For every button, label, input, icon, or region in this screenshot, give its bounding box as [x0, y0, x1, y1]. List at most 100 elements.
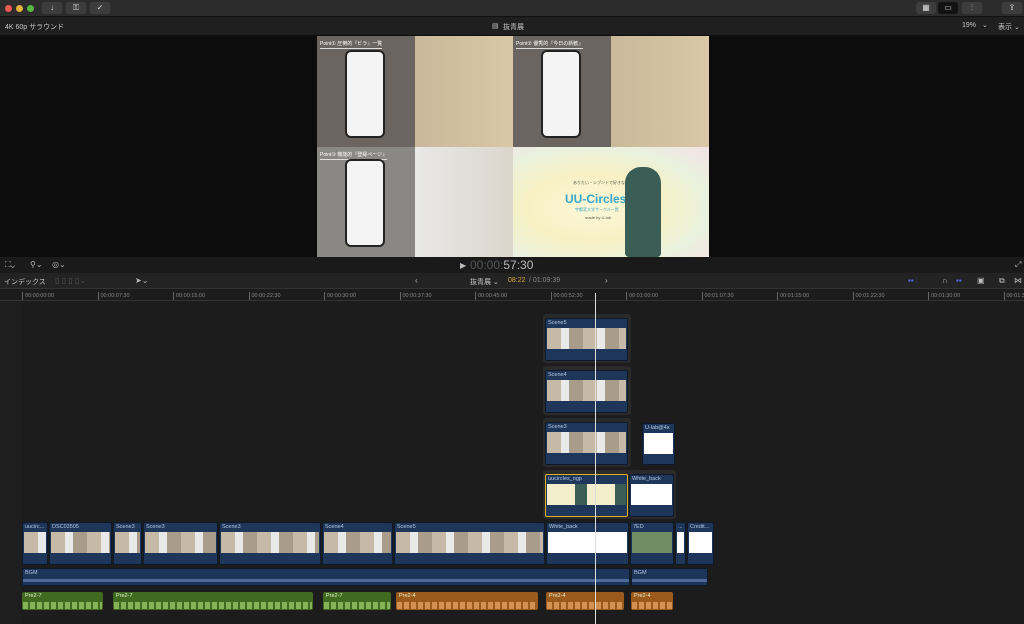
audio-clip[interactable]: Pre2-4 — [396, 592, 538, 610]
browser-toggle-button[interactable]: ▦ — [916, 2, 936, 14]
background-tasks-button[interactable]: ✓ — [90, 2, 110, 14]
clip-uucircles-ogp[interactable]: uucircles_ogp — [545, 474, 628, 517]
primary-clip[interactable]: Scene3 — [113, 522, 142, 565]
keywords-button[interactable]: ⚿ — [66, 2, 86, 14]
audio-clip[interactable]: Pre2-4 — [631, 592, 673, 610]
film-icon: ▤ — [492, 23, 499, 30]
inspector-toggle-button[interactable]: ⫶ — [962, 2, 982, 14]
clip-name: ... — [678, 524, 683, 530]
audio-waveform — [324, 602, 390, 609]
zoom-level[interactable]: 19% — [962, 22, 976, 29]
clip-scene3-connected[interactable]: Scene3 — [545, 422, 628, 465]
primary-clip[interactable]: ... — [675, 522, 686, 565]
phone-image — [345, 158, 385, 247]
primary-clip[interactable]: DSC03505 — [49, 522, 112, 565]
playhead-position: 08:22 — [508, 277, 526, 284]
frame-panel-3: Point③ 機能的『登録ページ』 — [317, 146, 513, 257]
close-window-button[interactable] — [5, 5, 12, 12]
clip-name: BGM — [634, 570, 647, 576]
effects-browser-icon[interactable]: ⧉ — [999, 276, 1005, 286]
clip-white-back-connected[interactable]: White_back — [629, 474, 674, 517]
clip-appearance-icon[interactable]: ▣ — [977, 276, 985, 285]
primary-clip[interactable]: uucirc... — [22, 522, 48, 565]
clip-name: Scene3 — [116, 524, 135, 530]
forward-button[interactable]: › — [605, 276, 608, 285]
fullscreen-icon[interactable]: ⤢ — [1015, 260, 1021, 270]
panel-label: Point② 優秀的『今日の新歓』 — [516, 41, 584, 49]
primary-clip[interactable]: White_back — [546, 522, 629, 565]
audio-clip[interactable]: Pre2-4 — [546, 592, 624, 610]
ruler-tick: 00:01:22:30 — [852, 292, 885, 300]
project-menu[interactable]: 抜青展 ⌄ — [470, 277, 499, 287]
headphones-icon[interactable]: ∩ — [942, 276, 948, 285]
clip-name: BGM — [25, 570, 38, 576]
project-duration: / 01:09:39 — [529, 277, 561, 284]
timecode-value: 57:30 — [503, 258, 534, 272]
ruler-tick: 00:00:37:30 — [399, 292, 432, 300]
transform-icon[interactable]: ⛶⌄ — [5, 260, 15, 270]
primary-clip[interactable]: Credit... — [687, 522, 714, 565]
chevron-down-icon[interactable]: ⌄ — [982, 21, 988, 29]
clip-append-icons[interactable]: ▯ ▯ ▯ ▯⌄ — [55, 276, 86, 285]
clip-name: 7ED — [633, 524, 644, 530]
frame-panel-4: ありたい・シプントで好きな!? UU-Circles 宇都宮大学サークル一覧 m… — [513, 146, 709, 257]
audio-waveform — [23, 579, 629, 582]
clip-name: Scene4 — [325, 524, 344, 530]
bgm-clip[interactable]: BGM — [631, 568, 708, 586]
clip-scene4-connected[interactable]: Scene4 — [545, 370, 628, 413]
logo-text: UU-Circles — [565, 191, 627, 206]
ruler-tick: 00:01:37:30 — [1003, 292, 1024, 300]
clip-name: Pre2-4 — [549, 593, 566, 599]
audio-clip[interactable]: Pre2-7 — [113, 592, 313, 610]
format-label: 4K 60p サラウンド — [5, 24, 65, 31]
zoom-window-button[interactable] — [27, 5, 34, 12]
ruler-tick: 00:00:22:30 — [248, 292, 281, 300]
ruler-tick: 00:00:52:30 — [550, 292, 583, 300]
bgm-clip[interactable]: BGM — [22, 568, 630, 586]
import-button[interactable]: ↓ — [42, 2, 62, 14]
viewer-header: 4K 60p サラウンド ▤ 抜青展 19% ⌄ 表示 ⌄ — [0, 17, 1024, 35]
ruler-tick: 00:01:07:30 — [701, 292, 734, 300]
minimize-window-button[interactable] — [16, 5, 23, 12]
clip-name: uucirc... — [25, 524, 45, 530]
view-menu[interactable]: 表示 ⌄ — [998, 22, 1020, 32]
transitions-icon[interactable]: ⋈ — [1014, 276, 1022, 285]
clip-u-lab[interactable]: U-lab@4x — [642, 423, 675, 465]
clip-name: Pre2-7 — [25, 593, 42, 599]
select-tool-icon[interactable]: ➤⌄ — [135, 276, 148, 285]
frame-panel-2: Point② 優秀的『今日の新歓』 — [513, 36, 709, 147]
video-audio-icons[interactable]: ▪▪ ⫶ — [908, 276, 918, 286]
play-icon[interactable]: ▶ — [460, 261, 466, 270]
clip-name: Scene3 — [222, 524, 241, 530]
timecode-display: 00:00:57:30 — [470, 258, 533, 272]
share-button[interactable]: ⇪ — [1002, 2, 1022, 14]
primary-clip[interactable]: 7ED — [630, 522, 674, 565]
clip-name: DSC03505 — [52, 524, 79, 530]
clip-name: Credit... — [690, 524, 710, 530]
primary-clip[interactable]: Scene3 — [143, 522, 218, 565]
back-button[interactable]: ‹ — [415, 276, 418, 285]
clip-name: Scene5 — [397, 524, 416, 530]
playhead[interactable] — [595, 293, 596, 624]
clip-scene5-connected[interactable]: Scene5 — [545, 318, 628, 361]
timeline-ruler[interactable]: 00:00:00:00 00:00:07:30 00:00:15:00 00:00:2… — [0, 289, 1024, 301]
primary-clip[interactable]: Scene5 — [394, 522, 545, 565]
clip-name: Pre2-7 — [326, 593, 343, 599]
timeline-toggle-button[interactable]: ▭ — [938, 2, 958, 14]
audio-clip[interactable]: Pre2-7 — [323, 592, 391, 610]
ruler-tick: 00:00:30:00 — [324, 292, 356, 300]
magic-wand-icon[interactable]: ⚲⌄ — [30, 260, 43, 269]
timeline-toolbar: インデックス ▯ ▯ ▯ ▯⌄ ➤⌄ ‹ 抜青展 ⌄ 08:22 / 01:09… — [0, 273, 1024, 289]
character-illustration — [625, 166, 661, 257]
clip-name: Scene3 — [146, 524, 165, 530]
app-toolbar: ↓ ⚿ ✓ ▦ ▭ ⫶ ⇪ — [0, 0, 1024, 17]
timeline[interactable]: Scene5 Scene4 Scene3 U-lab@4x uucircles_… — [22, 301, 1024, 624]
primary-clip[interactable]: Scene3 — [219, 522, 321, 565]
speed-icon[interactable]: ◎⌄ — [52, 260, 66, 269]
ruler-tick: 00:00:15:00 — [173, 292, 205, 300]
primary-clip[interactable]: Scene4 — [322, 522, 393, 565]
snapping-icon[interactable]: ▪▪ — [956, 276, 962, 285]
index-button[interactable]: インデックス — [4, 277, 46, 287]
audio-clip[interactable]: Pre2-7 — [22, 592, 103, 610]
frame-panel-1: Point① 圧倒的『ビラ』一覧 — [317, 36, 513, 147]
